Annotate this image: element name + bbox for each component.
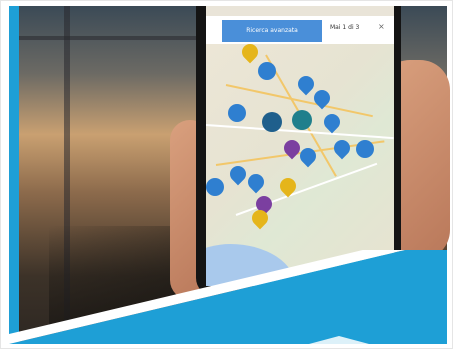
map-marker[interactable]	[292, 110, 312, 130]
map-marker[interactable]	[228, 104, 246, 122]
phone-screen: Ricerca avanzata Mai 1 di 3 ×	[206, 6, 394, 286]
map-marker[interactable]	[238, 40, 262, 64]
map-marker[interactable]	[262, 112, 282, 132]
map-marker[interactable]	[244, 170, 268, 194]
map-marker[interactable]	[226, 162, 250, 186]
close-icon[interactable]: ×	[378, 22, 385, 31]
map-marker[interactable]	[294, 72, 318, 96]
advanced-search-button[interactable]: Ricerca avanzata	[222, 20, 322, 42]
photo-frame: Ricerca avanzata Mai 1 di 3 ×	[0, 0, 453, 349]
map-marker[interactable]	[206, 178, 224, 196]
brand-banner	[9, 250, 447, 344]
map-marker[interactable]	[330, 136, 354, 160]
results-select[interactable]: Mai 1 di 3	[330, 24, 359, 31]
map-marker[interactable]	[258, 62, 276, 80]
banner-blue-wedge	[9, 250, 447, 344]
map-marker[interactable]	[320, 110, 344, 134]
map-marker[interactable]	[356, 140, 374, 158]
banner-shape	[9, 250, 447, 344]
window-frame	[9, 36, 209, 40]
